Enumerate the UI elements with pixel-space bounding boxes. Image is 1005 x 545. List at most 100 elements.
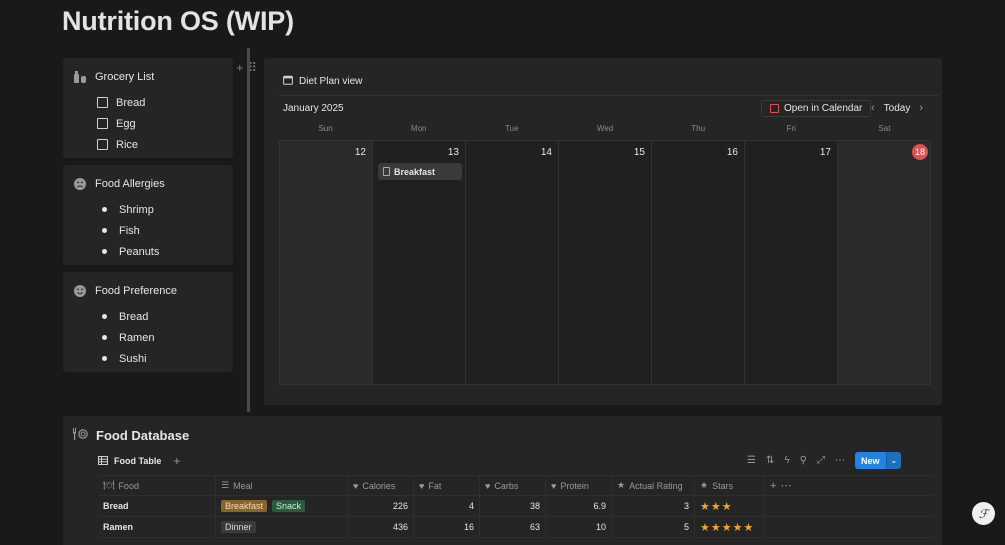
fork-plate-icon: 🍽 (103, 480, 115, 490)
column-header[interactable]: ♥ Protein (546, 476, 612, 495)
column-divider[interactable] (247, 48, 250, 412)
protein-cell[interactable]: 6.9 (546, 496, 612, 516)
meal-cell[interactable]: Breakfast Snack (216, 496, 348, 516)
checkbox[interactable] (97, 118, 108, 129)
carbs-cell[interactable]: 63 (480, 517, 546, 537)
calendar-day[interactable]: 16 (652, 141, 745, 385)
bullet (102, 356, 107, 361)
more-icon[interactable]: ⋯ (780, 479, 791, 492)
add-block-icon[interactable]: + (236, 60, 244, 76)
calendar-day[interactable]: 15 (559, 141, 652, 385)
rating-cell[interactable]: 3 (612, 496, 695, 516)
star-icon: ★ (700, 480, 709, 490)
bullet (102, 228, 107, 233)
meal-tag: Snack (272, 500, 306, 512)
add-column-icon[interactable]: + (770, 480, 776, 492)
database-title[interactable]: Food Database (72, 428, 189, 443)
heart-icon: ♥ (551, 480, 557, 491)
column-header[interactable]: ♥ Calories (348, 476, 414, 495)
day-number: 16 (726, 147, 738, 158)
food-database-panel: Food Database Food Table + ☰ ⇅ ϟ ⚲ ⤢ ⋯ N… (63, 416, 942, 545)
calendar-day[interactable]: 14 (466, 141, 559, 385)
bullet (102, 335, 107, 340)
heart-icon: ♥ (419, 480, 425, 491)
column-header[interactable]: ★ Actual Rating (612, 476, 695, 495)
star-icon: ★ (617, 480, 626, 490)
stars-cell[interactable]: ★★★ (695, 496, 765, 516)
add-view-icon[interactable]: + (173, 454, 180, 468)
heart-icon: ♥ (353, 480, 359, 491)
calendar-view-tab[interactable]: Diet Plan view (283, 75, 362, 88)
sort-icon[interactable]: ⇅ (766, 455, 774, 466)
meal-tag: Breakfast (221, 500, 268, 512)
help-button[interactable]: ℱ (972, 502, 995, 525)
fork-plate-icon (72, 428, 88, 443)
list-item: Peanuts (97, 241, 159, 262)
table-row[interactable]: Bread Breakfast Snack 226 4 38 6.9 3 ★★★ (98, 496, 933, 517)
list-item: Egg (97, 113, 145, 134)
meal-cell[interactable]: Dinner (216, 517, 348, 537)
carbs-cell[interactable]: 38 (480, 496, 546, 516)
column-header[interactable]: ★ Stars (695, 476, 765, 495)
database-toolbar: ☰ ⇅ ϟ ⚲ ⤢ ⋯ New ⌄ (747, 452, 902, 469)
today-button[interactable]: Today (884, 103, 911, 114)
sad-face-icon (73, 177, 87, 191)
happy-face-icon (73, 284, 87, 298)
calories-cell[interactable]: 226 (348, 496, 414, 516)
calendar-month: January 2025 (283, 103, 344, 114)
day-number: 12 (354, 147, 366, 158)
column-header[interactable]: 🍽 Food (98, 476, 216, 495)
column-header[interactable]: ☰ Meal (216, 476, 348, 495)
page-icon (383, 167, 390, 176)
today-badge: 18 (912, 144, 928, 160)
rating-cell[interactable]: 5 (612, 517, 695, 537)
automation-icon[interactable]: ϟ (784, 455, 789, 466)
calories-cell[interactable]: 436 (348, 517, 414, 537)
protein-cell[interactable]: 10 (546, 517, 612, 537)
calendar-event[interactable]: Breakfast (378, 163, 462, 180)
fat-cell[interactable]: 16 (414, 517, 480, 537)
fat-cell[interactable]: 4 (414, 496, 480, 516)
toiletries-icon (73, 70, 87, 84)
checkbox[interactable] (97, 139, 108, 150)
calendar-day[interactable]: 13 Breakfast (373, 141, 466, 385)
food-cell[interactable]: Bread (98, 496, 216, 516)
weekday-label: Sat (878, 124, 891, 133)
food-table: 🍽 Food ☰ Meal ♥ Calories ♥ Fat ♥ Carbs ♥ Prote… (98, 475, 933, 538)
tab-food-table[interactable]: Food Table + (98, 454, 180, 468)
chevron-down-icon[interactable]: ⌄ (885, 452, 902, 469)
column-header[interactable]: ♥ Fat (414, 476, 480, 495)
calendar-panel: Diet Plan view January 2025 Open in Cale… (264, 58, 942, 405)
stars-cell[interactable]: ★★★★★ (695, 517, 765, 537)
calendar-day[interactable]: 18 (838, 141, 931, 385)
heart-icon: ♥ (485, 480, 491, 491)
weekday-label: Wed (596, 124, 614, 133)
new-button[interactable]: New ⌄ (854, 452, 902, 469)
card-title: Food Allergies (95, 178, 165, 190)
column-header[interactable]: ♥ Carbs (480, 476, 546, 495)
day-number: 13 (447, 147, 459, 158)
calendar-day[interactable]: 12 (280, 141, 373, 385)
list-item: Rice (97, 134, 145, 155)
calendar-day[interactable]: 17 (745, 141, 838, 385)
chevron-right-icon[interactable]: › (919, 102, 923, 114)
card-title: Food Preference (95, 285, 177, 297)
food-cell[interactable]: Ramen (98, 517, 216, 537)
calendar-icon (283, 75, 293, 88)
list-item: Sushi (97, 348, 154, 369)
checkbox[interactable] (97, 97, 108, 108)
divider (279, 95, 939, 96)
open-in-calendar-button[interactable]: Open in Calendar (761, 100, 872, 117)
chevron-left-icon[interactable]: ‹ (871, 102, 875, 114)
table-icon (98, 455, 108, 467)
list-item: Bread (97, 306, 154, 327)
search-icon[interactable]: ⚲ (800, 455, 807, 466)
table-row[interactable]: Ramen Dinner 436 16 63 10 5 ★★★★★ (98, 517, 933, 538)
grocery-list-card: Grocery List Bread Egg Rice (63, 58, 233, 158)
filter-icon[interactable]: ☰ (747, 455, 756, 466)
page-title: Nutrition OS (WIP) (62, 6, 294, 36)
more-icon[interactable]: ⋯ (835, 455, 845, 466)
weekday-header: Sun Mon Tue Wed Thu Fri Sat (279, 124, 931, 133)
expand-icon[interactable]: ⤢ (817, 455, 825, 466)
calendar-app-icon (770, 104, 779, 113)
